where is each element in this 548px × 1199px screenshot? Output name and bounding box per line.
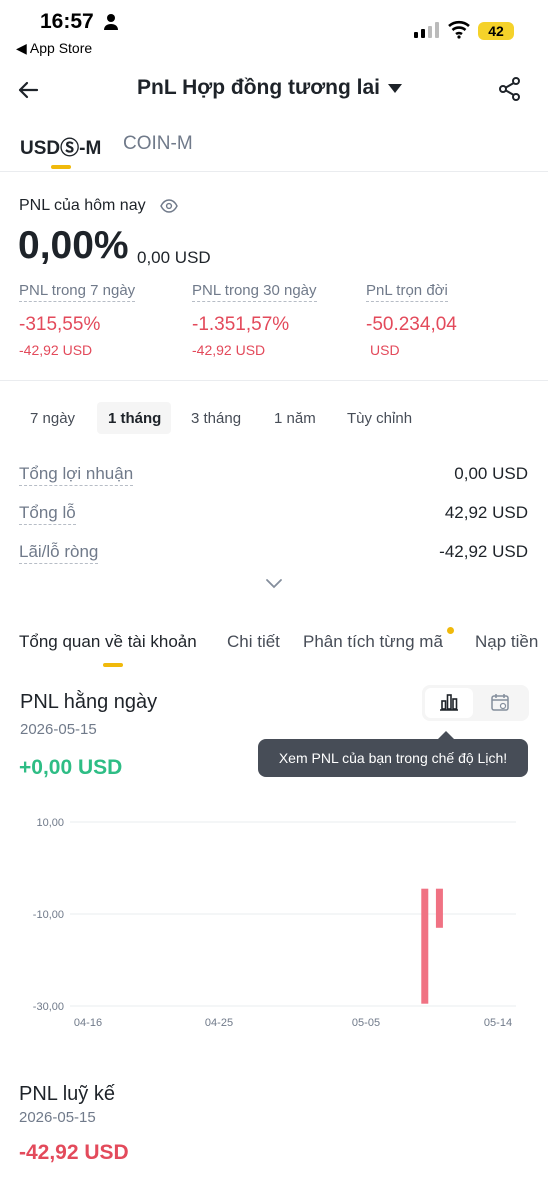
stat-30d-value: -1.351,57%	[192, 314, 290, 335]
stat-7d-value: -315,55%	[19, 314, 101, 335]
x-tick-label: 04-16	[74, 1017, 102, 1029]
period-custom[interactable]: Tùy chỉnh	[347, 410, 412, 427]
chevron-down-icon[interactable]	[264, 576, 284, 590]
period-3m[interactable]: 3 tháng	[191, 410, 241, 427]
tab-coin-m[interactable]: COIN-M	[123, 133, 193, 155]
notification-dot	[447, 627, 454, 634]
calendar-mode-tooltip: Xem PNL của bạn trong chế độ Lịch!	[258, 739, 528, 777]
page-title[interactable]: PnL Hợp đồng tương lai	[137, 76, 380, 100]
stat-30d-label: PNL trong 30 ngày	[192, 282, 317, 302]
daily-pnl-title: PNL hằng ngày	[20, 691, 158, 713]
summary-profit-value: 0,00 USD	[454, 464, 528, 483]
divider	[0, 380, 548, 381]
period-1y[interactable]: 1 năm	[274, 410, 316, 427]
summary-net-value: -42,92 USD	[439, 542, 528, 561]
status-time: 16:57	[40, 10, 94, 33]
x-tick-label: 04-25	[205, 1017, 233, 1029]
summary-profit-label: Tổng lợi nhuận	[19, 464, 134, 486]
summary-loss-label: Tổng lỗ	[19, 503, 76, 525]
tab-symbol-analysis[interactable]: Phân tích từng mã	[303, 632, 443, 652]
back-app-label: App Store	[29, 40, 93, 56]
wifi-icon	[448, 19, 470, 39]
summary-net-label: Lãi/lỗ ròng	[19, 542, 99, 564]
x-tick-label: 05-05	[352, 1017, 380, 1029]
y-tick-label: -10,00	[33, 909, 64, 921]
tab-usds-m[interactable]: USDⓈ-M	[20, 133, 101, 160]
chart-bar[interactable]	[435, 888, 443, 928]
y-tick-label: 10,00	[36, 817, 64, 829]
daily-pnl-date: 2026-05-15	[20, 721, 97, 738]
eye-icon[interactable]	[160, 198, 178, 214]
calendar-icon[interactable]	[490, 692, 510, 712]
back-arrow-icon[interactable]	[16, 78, 40, 102]
x-tick-label: 05-14	[484, 1017, 512, 1029]
stat-lifetime-value: -50.234,04	[366, 314, 457, 335]
stat-7d-label: PNL trong 7 ngày	[19, 282, 136, 302]
daily-pnl-value: +0,00 USD	[19, 756, 123, 779]
divider	[0, 171, 548, 172]
stat-7d-sub: -42,92 USD	[19, 342, 93, 358]
tooltip-arrow	[438, 731, 454, 739]
y-tick-label: -30,00	[33, 1001, 64, 1013]
cumulative-pnl-date: 2026-05-15	[19, 1109, 96, 1126]
tab-deposit[interactable]: Nạp tiền	[475, 632, 538, 652]
section-tab-indicator	[103, 663, 123, 667]
stat-lifetime-label: PnL trọn đời	[366, 282, 448, 302]
person-icon	[103, 13, 119, 31]
tab-details[interactable]: Chi tiết	[227, 632, 280, 652]
daily-pnl-chart: 10,00 -10,00 -30,00 04-16 04-25 05-05 05-14	[33, 817, 516, 1029]
bar-chart-icon[interactable]	[439, 692, 459, 712]
chart-bar[interactable]	[421, 888, 429, 1004]
stat-30d-sub: -42,92 USD	[192, 342, 266, 358]
tab-account-overview[interactable]: Tổng quan về tài khoản	[19, 632, 197, 652]
stat-lifetime-sub: USD	[370, 342, 400, 358]
today-pnl-usd: 0,00 USD	[137, 248, 211, 267]
signal-icon	[414, 22, 440, 38]
summary-loss-value: 42,92 USD	[444, 503, 528, 522]
back-to-app-link[interactable]: ◀ App Store	[16, 40, 92, 57]
share-icon[interactable]	[497, 76, 523, 102]
period-1m[interactable]: 1 tháng	[108, 410, 161, 427]
cumulative-pnl-title: PNL luỹ kế	[19, 1083, 115, 1105]
tab-indicator	[51, 165, 71, 169]
caret-down-icon[interactable]	[388, 84, 402, 94]
today-pnl-label: PNL của hôm nay	[19, 197, 146, 214]
battery-indicator: 42	[478, 22, 514, 40]
today-pnl-percent: 0,00%	[18, 224, 129, 267]
period-7d[interactable]: 7 ngày	[30, 410, 75, 427]
cumulative-pnl-value: -42,92 USD	[19, 1141, 129, 1164]
